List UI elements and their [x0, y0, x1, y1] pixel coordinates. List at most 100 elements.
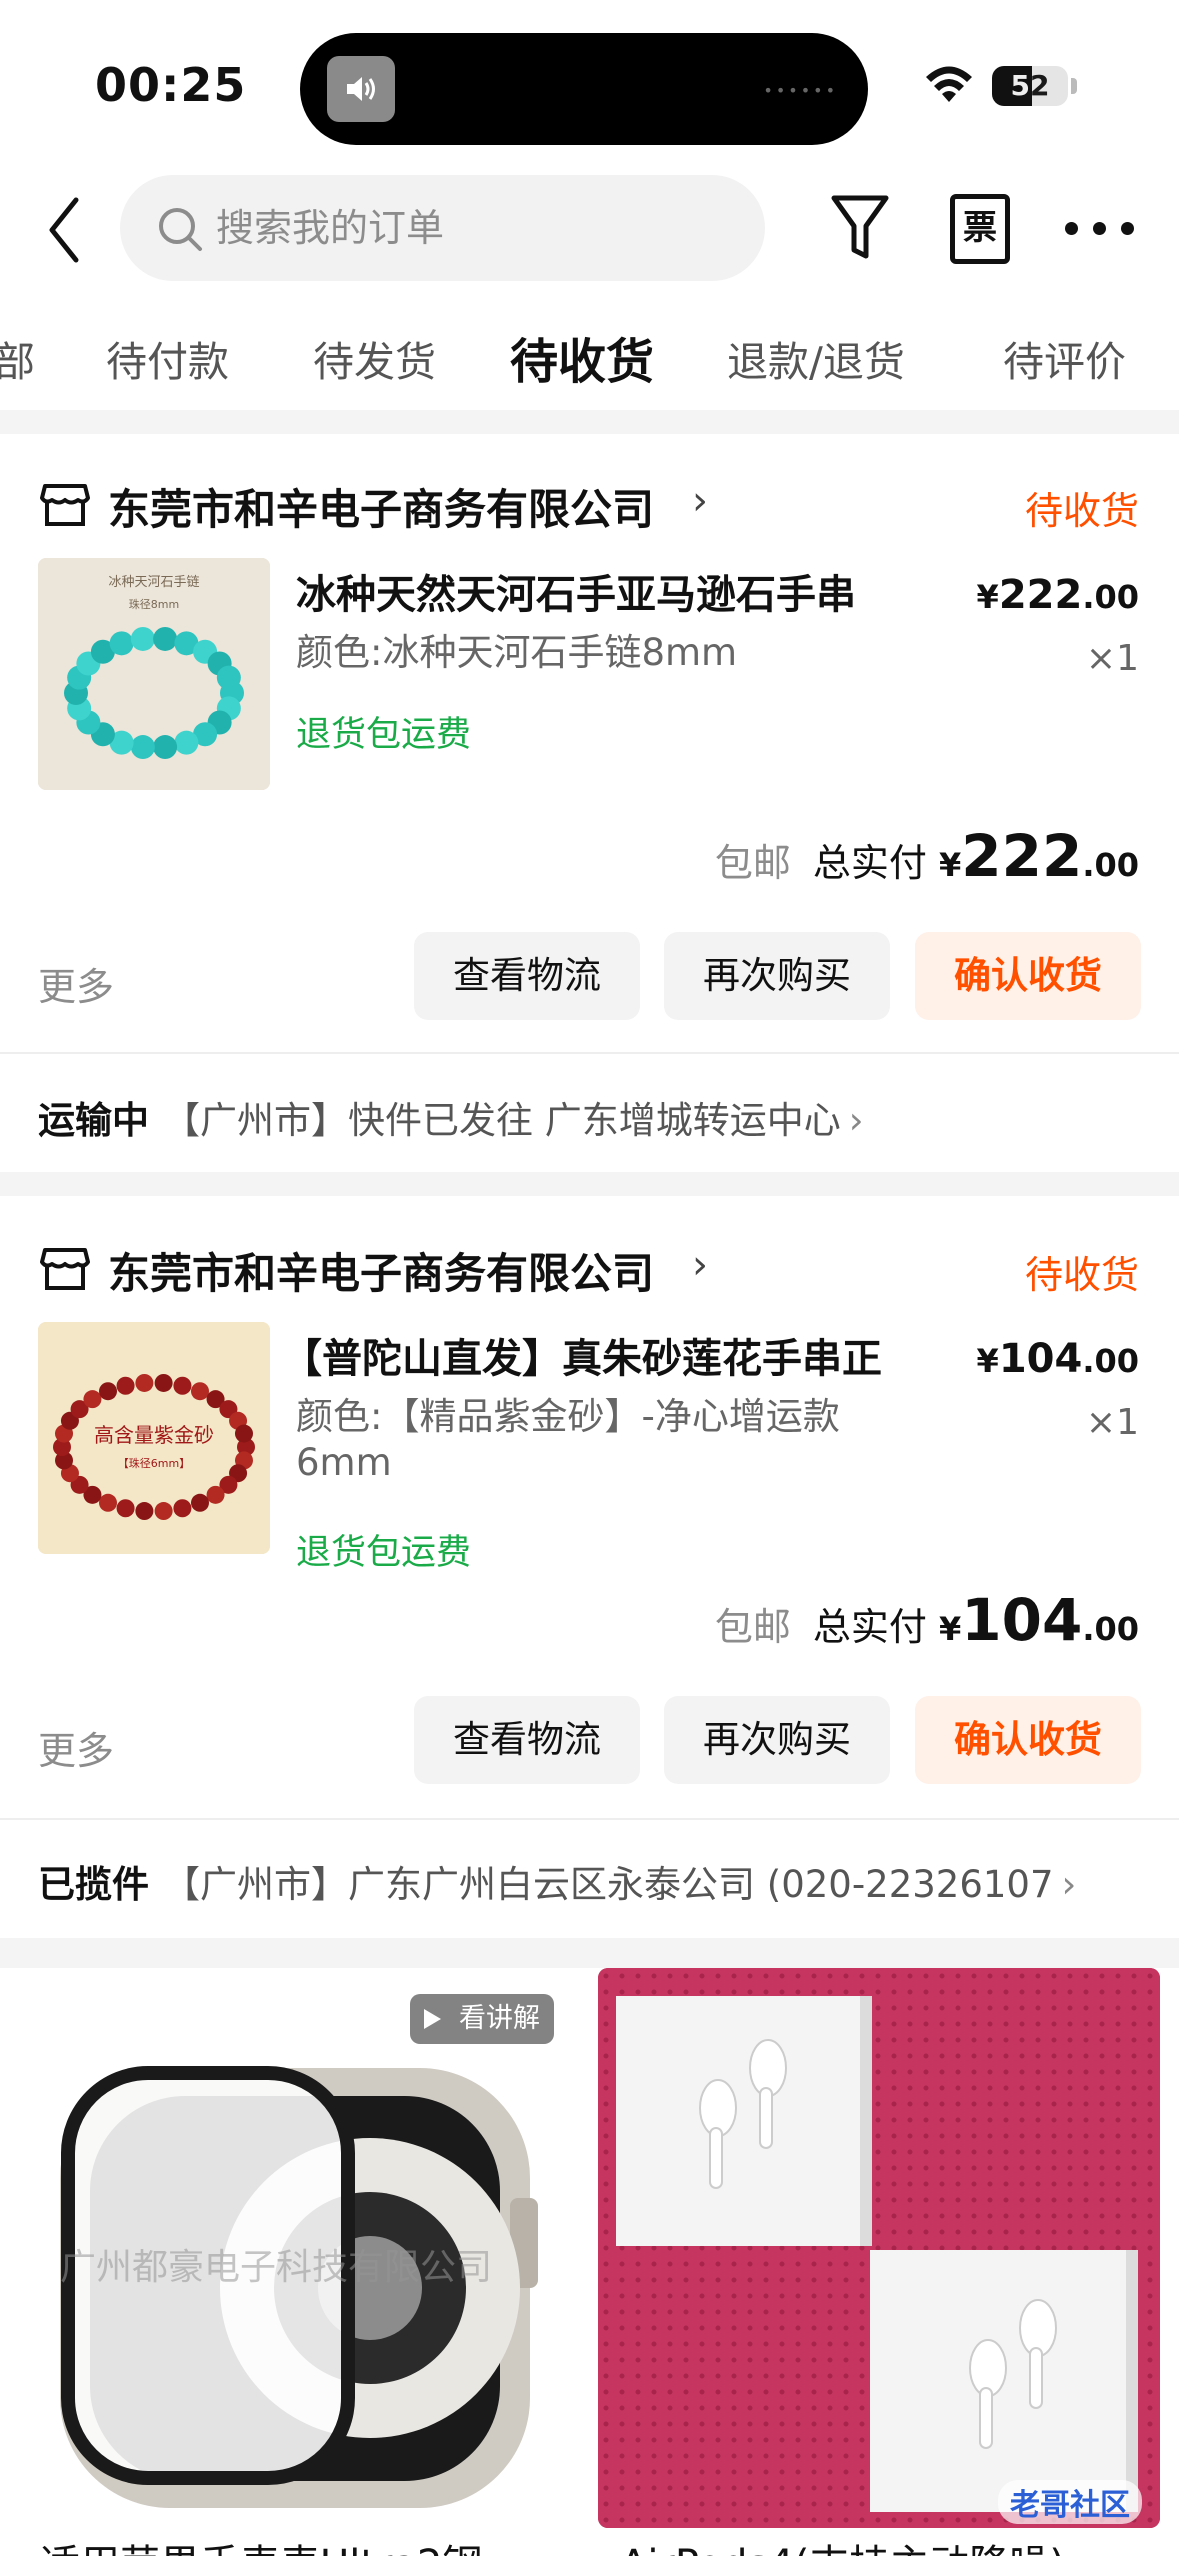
bead [153, 626, 178, 651]
bead [216, 665, 241, 690]
product-image[interactable]: 高含量紫金砂 【珠径6mm】 [38, 1322, 270, 1554]
logistics-text: 【广州市】广东广州白云区永泰公司 (020-22326107 [163, 1863, 1054, 1906]
view-logistics-button[interactable]: 查看物流 [414, 932, 640, 1020]
community-logo: 老哥社区 [998, 2480, 1142, 2524]
logistics-status: 运输中 [38, 1099, 149, 1142]
battery-percent: 52 [1010, 69, 1050, 102]
divider [0, 1818, 1179, 1820]
order-card: 东莞市和辛电子商务有限公司 › 待收货 高含量紫金砂 【珠径6mm】 【普陀山直… [0, 1224, 1179, 1944]
product-title[interactable]: 【普陀山直发】真朱砂莲花手串正 [282, 1326, 892, 1384]
divider [0, 1052, 1179, 1054]
product-spec: 颜色:冰种天河石手链8mm [296, 631, 738, 674]
product-image[interactable]: 冰种天河石手链 珠径8mm [38, 558, 270, 790]
more-options-icon[interactable] [1065, 222, 1137, 236]
bead [154, 1373, 173, 1392]
status-bar: 00:25 •••••• 52 [0, 0, 1179, 170]
store-icon [40, 484, 90, 526]
invoice-icon[interactable]: 票 [950, 194, 1010, 264]
order-status: 待收货 [1024, 489, 1139, 533]
bead [116, 1376, 135, 1395]
total-price-int: 104 [961, 1586, 1083, 1654]
bead [234, 1424, 253, 1443]
shipping-free: 包邮 [714, 841, 791, 885]
recommended-title-airpods[interactable]: AirPods4(支持主动降噪) [620, 2532, 1065, 2556]
total-price: ¥104.00 [938, 1586, 1139, 1654]
bead [191, 1493, 209, 1512]
bead [116, 1499, 135, 1518]
logistics-text: 【广州市】快件已发往 广东增城转运中心 [163, 1099, 841, 1142]
logistics-row[interactable]: 已揽件 【广州市】广东广州白云区永泰公司 (020-22326107 › [38, 1854, 1138, 1908]
back-arrow-icon[interactable] [40, 190, 90, 270]
total-price-dec: .00 [1082, 1610, 1139, 1648]
thumb-subcaption: 【珠径6mm】 [118, 1456, 190, 1470]
bead [191, 1382, 209, 1401]
bead [99, 1382, 117, 1401]
unit-price-int: 104 [998, 1336, 1083, 1382]
bead [174, 730, 199, 755]
bead [154, 1502, 173, 1521]
view-logistics-button[interactable]: 查看物流 [414, 1696, 640, 1784]
store-row[interactable]: 东莞市和辛电子商务有限公司 › 待收货 [0, 460, 1179, 550]
search-icon [159, 208, 202, 251]
order-tabs: 部 待付款 待发货 待收货 退款/退货 待评价 [0, 318, 1179, 408]
speaker-icon [327, 56, 395, 122]
quantity: ×1 [1085, 638, 1139, 679]
store-row[interactable]: 东莞市和辛电子商务有限公司 › 待收货 [0, 1224, 1179, 1314]
more-link[interactable]: 更多 [38, 956, 114, 1011]
search-input[interactable]: 搜索我的订单 [120, 175, 765, 281]
unit-price: ¥104.00 [976, 1336, 1139, 1382]
chevron-right-icon: › [848, 1099, 864, 1142]
store-icon [40, 1248, 90, 1290]
chevron-right-icon: › [1061, 1863, 1077, 1906]
play-icon [424, 2009, 441, 2029]
confirm-receipt-button[interactable]: 确认收货 [915, 932, 1141, 1020]
section-gap [0, 1172, 1179, 1196]
airpods-image [598, 1968, 1160, 2528]
more-link[interactable]: 更多 [38, 1720, 114, 1775]
tab-pending-receipt[interactable]: 待收货 [510, 322, 654, 392]
quantity: ×1 [1085, 1402, 1139, 1443]
logistics-row[interactable]: 运输中 【广州市】快件已发往 广东增城转运中心 › [38, 1090, 1138, 1144]
buy-again-button[interactable]: 再次购买 [664, 932, 890, 1020]
unit-price-dec: .00 [1082, 1342, 1139, 1380]
section-gap [0, 410, 1179, 434]
bead [153, 735, 178, 760]
tab-refund-return[interactable]: 退款/退货 [727, 328, 905, 388]
search-placeholder: 搜索我的订单 [216, 206, 445, 250]
bead [99, 1493, 117, 1512]
thumb-caption: 高含量紫金砂 [94, 1423, 214, 1447]
bead [206, 1485, 225, 1504]
recommended-product-watch[interactable]: 广州都豪电子科技有限公司 看讲解 [0, 1968, 580, 2556]
product-spec: 颜色:【精品紫金砂】-净心增运款 6mm [296, 1395, 840, 1484]
bead [173, 1376, 192, 1395]
thumb-caption: 冰种天河石手链 [108, 575, 199, 590]
dynamic-island: •••••• [300, 33, 868, 145]
confirm-receipt-button[interactable]: 确认收货 [915, 1696, 1141, 1784]
order-card: 东莞市和辛电子商务有限公司 › 待收货 冰种天河石手链 珠径8mm 冰种天然天河… [0, 460, 1179, 1142]
status-time: 00:25 [95, 58, 247, 112]
store-name: 东莞市和辛电子商务有限公司 [108, 1249, 655, 1298]
return-shipping-tag: 退货包运费 [296, 715, 472, 755]
total-label: 总实付 [812, 841, 927, 885]
store-name: 东莞市和辛电子商务有限公司 [108, 485, 655, 534]
tab-pending-payment[interactable]: 待付款 [106, 328, 229, 388]
buy-again-button[interactable]: 再次购买 [664, 1696, 890, 1784]
unit-price-int: 222 [998, 572, 1083, 618]
tab-pending-shipment[interactable]: 待发货 [313, 328, 436, 388]
return-shipping-tag: 退货包运费 [296, 1533, 472, 1573]
tab-pending-review[interactable]: 待评价 [1003, 328, 1126, 388]
recommended-product-airpods[interactable]: 老哥社区 [598, 1968, 1160, 2528]
tab-all[interactable]: 部 [0, 328, 35, 388]
product-title[interactable]: 冰种天然天河石手亚马逊石手串 [296, 562, 906, 620]
total-row: 包邮 总实付 ¥222.00 [715, 822, 1139, 890]
unit-price-dec: .00 [1082, 578, 1139, 616]
bead [109, 631, 134, 656]
battery-tip [1071, 78, 1077, 94]
order-status: 待收货 [1024, 1253, 1139, 1297]
explain-video-button[interactable]: 看讲解 [410, 1994, 554, 2044]
filter-icon[interactable] [830, 192, 890, 264]
bead [83, 1390, 102, 1409]
recommended-title-watch[interactable]: 适用苹果手表表Ultra2钢 [40, 2532, 482, 2556]
total-label: 总实付 [812, 1605, 927, 1649]
bead [173, 1499, 192, 1518]
